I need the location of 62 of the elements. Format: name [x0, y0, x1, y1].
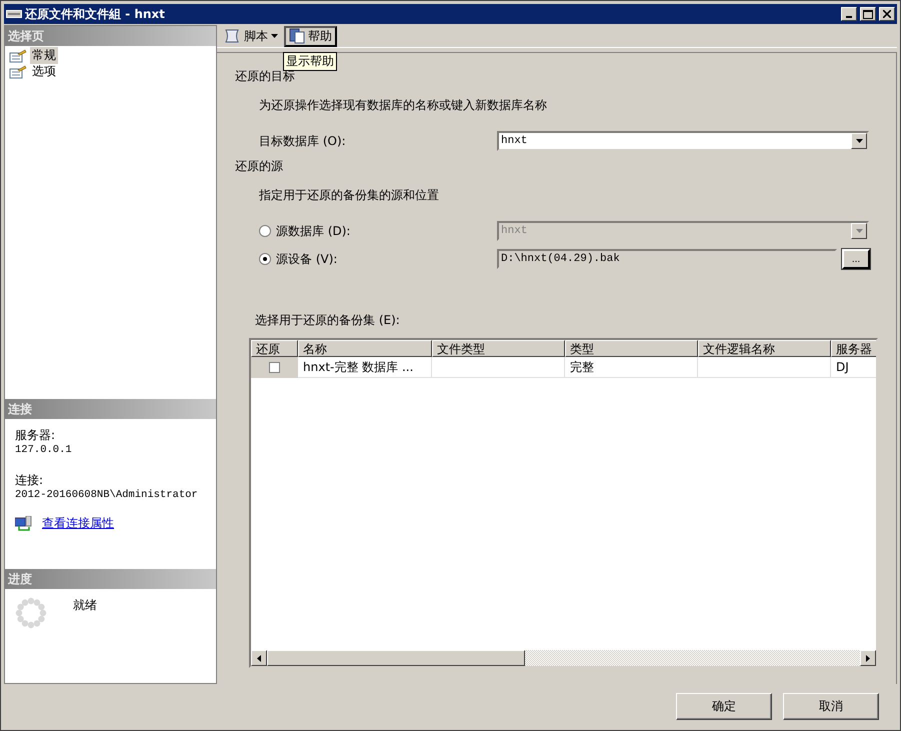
- section-description: 指定用于还原的备份集的源和位置: [259, 187, 440, 204]
- page-icon: [9, 64, 27, 78]
- horizontal-scrollbar[interactable]: [251, 650, 876, 666]
- restore-checkbox[interactable]: [269, 362, 280, 373]
- minimize-button[interactable]: [841, 7, 857, 21]
- computer-icon: [15, 516, 32, 532]
- close-icon: [883, 10, 891, 18]
- connection-label: 连接:: [15, 472, 44, 489]
- caret-icon: [856, 139, 862, 143]
- radio-label: 源数据库 (D):: [276, 222, 350, 240]
- scroll-right-button[interactable]: [860, 650, 876, 666]
- table-cell: DJ: [831, 357, 876, 378]
- column-header[interactable]: 名称: [298, 340, 432, 357]
- progress-status: 就绪: [73, 597, 97, 614]
- connection-properties-link[interactable]: 查看连接属性: [42, 515, 114, 532]
- maximize-icon: [863, 10, 873, 18]
- browse-button[interactable]: ...: [842, 249, 870, 269]
- device-path-field[interactable]: D:\hnxt(04.29).bak: [497, 249, 837, 269]
- connection-value: 2012-20160608NB\Administrator: [15, 489, 199, 501]
- left-arrow-icon: [257, 654, 261, 662]
- page-item[interactable]: 选项: [30, 63, 58, 80]
- close-button[interactable]: [879, 7, 895, 21]
- right-arrow-icon: [866, 654, 870, 662]
- tooltip: 显示帮助: [283, 52, 337, 71]
- radio-label: 源设备 (V):: [276, 250, 338, 268]
- column-header[interactable]: 类型: [565, 340, 698, 357]
- section-description: 为还原操作选择现有数据库的名称或键入新数据库名称: [259, 97, 548, 114]
- dialog-button[interactable]: 确定: [676, 693, 772, 720]
- dialog-button[interactable]: 取消: [783, 693, 879, 720]
- column-header[interactable]: 服务器: [831, 340, 876, 357]
- maximize-button[interactable]: [860, 7, 876, 21]
- dropdown-button[interactable]: [851, 223, 867, 239]
- scrollbar-thumb[interactable]: [267, 650, 525, 666]
- field-label: 选择用于还原的备份集 (E):: [255, 312, 401, 329]
- table-cell: hnxt-完整 数据库 ...: [298, 357, 432, 378]
- scroll-left-button[interactable]: [251, 650, 267, 666]
- window-title: 还原文件和文件組 - hnxt: [25, 6, 166, 22]
- document-icon: [289, 28, 305, 44]
- page-icon: [9, 48, 27, 62]
- dropdown-button[interactable]: [851, 133, 867, 149]
- table-cell: 完整: [565, 357, 698, 378]
- radio-button[interactable]: [259, 225, 271, 237]
- column-header[interactable]: 文件类型: [432, 340, 565, 357]
- scroll-icon: [223, 28, 241, 44]
- radio-button[interactable]: [259, 253, 271, 265]
- database-dropdown[interactable]: hnxt: [497, 131, 869, 151]
- section-header: 选择页: [5, 26, 216, 46]
- section-header: 进度: [5, 569, 216, 589]
- section-heading: 还原的目标: [235, 68, 296, 85]
- section-header: 连接: [5, 399, 216, 419]
- help-button[interactable]: 帮助: [284, 26, 337, 46]
- server-label: 服务器:: [15, 427, 56, 444]
- server-value: 127.0.0.1: [15, 444, 73, 456]
- window-icon: [6, 10, 22, 18]
- column-header[interactable]: 还原: [251, 340, 298, 357]
- field-label: 目标数据库 (O):: [259, 132, 346, 150]
- column-header[interactable]: 文件逻辑名称: [698, 340, 831, 357]
- page-item[interactable]: 常规: [30, 47, 58, 64]
- section-heading: 还原的源: [235, 158, 284, 175]
- caret-icon: [271, 34, 278, 38]
- spinner-icon: [15, 597, 47, 629]
- caret-icon: [856, 229, 862, 233]
